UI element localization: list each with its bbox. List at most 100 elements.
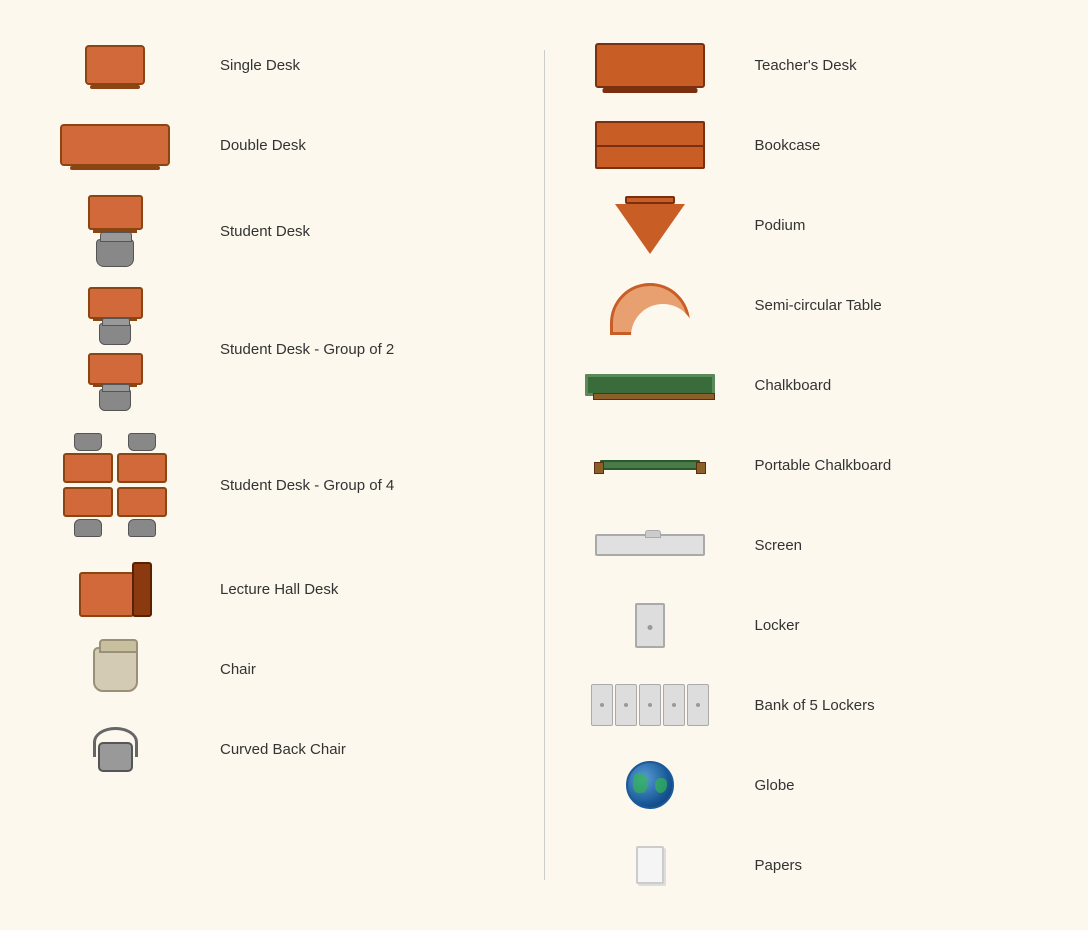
locker-label: Locker: [755, 617, 800, 634]
screen-icon: [595, 534, 705, 556]
student-desk-top: [88, 195, 143, 230]
desk-cell-tr: [117, 431, 167, 483]
column-divider: [544, 50, 545, 880]
desk-tl: [63, 453, 113, 483]
student-desk-label: Student Desk: [220, 223, 310, 240]
desk-bl: [63, 487, 113, 517]
locker-icon-area: [565, 603, 735, 648]
student-desk-chair: [96, 239, 134, 267]
bookcase-row: Bookcase: [555, 110, 1069, 180]
globe-row: Globe: [555, 750, 1069, 820]
student-desk-group2-icon-area: [30, 287, 200, 411]
portable-chalkboard-icon: [600, 460, 700, 470]
desk-br: [117, 487, 167, 517]
teachers-desk-row: Teacher's Desk: [555, 30, 1069, 100]
locker-unit-5: [687, 684, 709, 726]
screen-row: Screen: [555, 510, 1069, 580]
chalkboard-icon-area: [565, 374, 735, 396]
teachers-desk-label: Teacher's Desk: [755, 57, 857, 74]
double-desk-icon-area: [30, 124, 200, 166]
podium-icon-area: [565, 196, 735, 254]
curved-back-chair-label: Curved Back Chair: [220, 741, 346, 758]
single-desk-label: Single Desk: [220, 57, 300, 74]
single-desk-row: Single Desk: [20, 30, 534, 100]
desk-cell-br: [117, 487, 167, 539]
semi-circular-table-row: Semi-circular Table: [555, 270, 1069, 340]
desk-cell-bl: [63, 487, 113, 539]
globe-label: Globe: [755, 777, 795, 794]
single-desk-icon-area: [30, 45, 200, 85]
double-desk-label: Double Desk: [220, 137, 306, 154]
locker-unit-1: [591, 684, 613, 726]
lecture-desk-back: [132, 562, 152, 617]
teachers-desk-icon: [595, 43, 705, 88]
chair-icon-area: [30, 647, 200, 692]
lecture-hall-desk-icon: [79, 562, 152, 617]
semi-circular-table-label: Semi-circular Table: [755, 297, 882, 314]
screen-label: Screen: [755, 537, 803, 554]
student-desk-group2-icon: [88, 287, 143, 411]
semi-circular-table-icon-area: [565, 275, 735, 335]
locker-row: Locker: [555, 590, 1069, 660]
curved-back-chair-icon: [93, 727, 138, 772]
podium-icon: [615, 196, 685, 254]
curved-back-chair-row: Curved Back Chair: [20, 714, 534, 784]
student-desk-row: Student Desk: [20, 190, 534, 272]
curved-back-chair-icon-area: [30, 727, 200, 772]
podium-shelf: [625, 196, 675, 204]
locker-icon: [635, 603, 665, 648]
podium-base: [615, 204, 685, 254]
semi-table-outer: [610, 283, 690, 335]
mini-chair-2: [99, 389, 131, 411]
teachers-desk-icon-area: [565, 43, 735, 88]
single-desk-icon: [85, 45, 145, 85]
lecture-hall-desk-icon-area: [30, 562, 200, 617]
chair-label: Chair: [220, 661, 256, 678]
screen-icon-area: [565, 534, 735, 556]
desk-cell-tl: [63, 431, 113, 483]
semi-table-cutout: [631, 304, 695, 346]
chair-tr: [128, 433, 156, 451]
globe-icon-area: [565, 761, 735, 809]
chalkboard-label: Chalkboard: [755, 377, 832, 394]
bookcase-icon: [595, 121, 705, 169]
student-desk-group2-row: Student Desk - Group of 2: [20, 282, 534, 416]
mini-chair-1: [99, 323, 131, 345]
main-container: Single Desk Double Desk Student Desk: [0, 0, 1088, 930]
papers-row: Papers: [555, 830, 1069, 900]
chair-br: [128, 519, 156, 537]
bookcase-label: Bookcase: [755, 137, 821, 154]
bank-of-5-lockers-row: Bank of 5 Lockers: [555, 670, 1069, 740]
globe-icon: [626, 761, 674, 809]
chair-tl: [74, 433, 102, 451]
lecture-hall-desk-label: Lecture Hall Desk: [220, 581, 338, 598]
double-desk-row: Double Desk: [20, 110, 534, 180]
papers-label: Papers: [755, 857, 803, 874]
bank-of-5-lockers-icon: [591, 684, 709, 726]
semi-circular-table-icon: [600, 275, 700, 335]
desk-unit-2: [88, 353, 143, 411]
left-column: Single Desk Double Desk Student Desk: [20, 30, 534, 900]
locker-unit-4: [663, 684, 685, 726]
student-desk-group4-icon: [63, 431, 167, 539]
desk-rect-2: [88, 353, 143, 385]
chair-icon: [93, 647, 138, 692]
portable-chalkboard-row: Portable Chalkboard: [555, 430, 1069, 500]
bank-of-5-lockers-icon-area: [565, 684, 735, 726]
locker-unit-2: [615, 684, 637, 726]
podium-row: Podium: [555, 190, 1069, 260]
desk-rect-1: [88, 287, 143, 319]
desk-tr: [117, 453, 167, 483]
student-desk-icon-area: [30, 195, 200, 267]
papers-icon: [636, 846, 664, 884]
student-desk-group2-label: Student Desk - Group of 2: [220, 341, 394, 358]
chair-row: Chair: [20, 634, 534, 704]
student-desk-icon: [88, 195, 143, 267]
right-column: Teacher's Desk Bookcase Podium: [555, 30, 1069, 900]
student-desk-group4-row: Student Desk - Group of 4: [20, 426, 534, 544]
curved-back-seat: [98, 742, 133, 772]
bank-of-5-lockers-label: Bank of 5 Lockers: [755, 697, 875, 714]
portable-chalkboard-icon-area: [565, 460, 735, 470]
bookcase-icon-area: [565, 121, 735, 169]
lecture-hall-desk-row: Lecture Hall Desk: [20, 554, 534, 624]
